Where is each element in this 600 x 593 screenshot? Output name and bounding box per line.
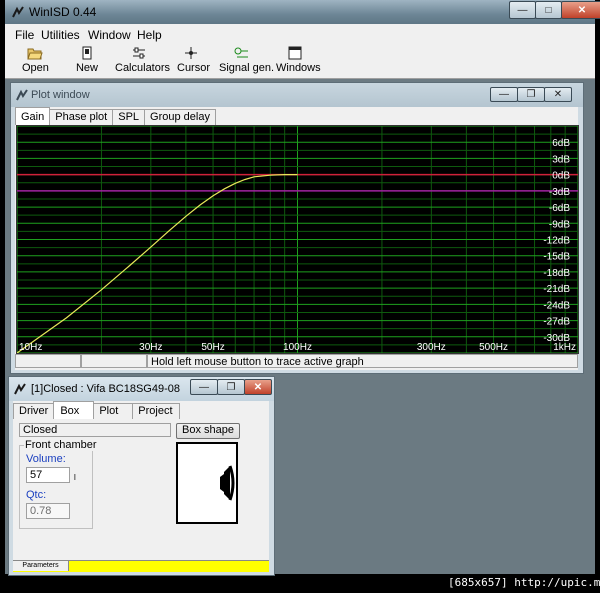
box-restore-button[interactable]: ❐ bbox=[217, 379, 245, 395]
front-chamber-label: Front chamber bbox=[24, 439, 98, 451]
status-panel-1 bbox=[15, 354, 81, 368]
box-type-field: Closed bbox=[19, 423, 171, 437]
box-minimize-button[interactable]: — bbox=[190, 379, 218, 395]
x-tick-label: 1kHz bbox=[553, 342, 576, 353]
signal-generator-icon bbox=[234, 47, 248, 58]
cursor-icon bbox=[185, 47, 197, 59]
y-tick-label: -24dB bbox=[543, 300, 570, 311]
plot-restore-button[interactable]: ❐ bbox=[517, 87, 545, 102]
calculator-icon bbox=[133, 47, 145, 59]
y-tick-label: -12dB bbox=[543, 236, 570, 247]
title-bar: WinISD 0.44 — □ ✕ bbox=[5, 0, 600, 24]
volume-unit: l bbox=[74, 473, 76, 482]
tab-group-delay[interactable]: Group delay bbox=[144, 109, 216, 125]
x-tick-label: 50Hz bbox=[201, 342, 224, 353]
plot-tabs: Gain Phase plot SPL Group delay bbox=[15, 107, 216, 125]
watermark: [685x657] http://upic.me/ bbox=[448, 576, 600, 589]
new-document-icon bbox=[82, 46, 92, 60]
winisd-logo-icon bbox=[14, 383, 26, 395]
tab-box[interactable]: Box bbox=[53, 401, 95, 419]
box-window: [1]Closed : Vifa BC18SG49-08 — ❐ ✕ Drive… bbox=[8, 376, 275, 576]
menu-file[interactable]: File bbox=[15, 28, 34, 42]
driver-icon bbox=[220, 465, 235, 501]
gain-graph[interactable]: 6dB 3dB 0dB -3dB -6dB -9dB -12dB -15dB -18dB -21d… bbox=[16, 125, 579, 354]
y-tick-label: -6dB bbox=[549, 203, 570, 214]
winisd-logo-icon bbox=[12, 6, 24, 18]
plot-status-bar: Hold left mouse button to trace active g… bbox=[15, 354, 578, 370]
qtc-field: 0.78 bbox=[26, 503, 70, 519]
menu-window[interactable]: Window bbox=[88, 28, 131, 42]
tab-gain[interactable]: Gain bbox=[15, 107, 51, 125]
box-window-controls: — ❐ ✕ bbox=[190, 379, 272, 396]
signal-gen-button[interactable]: Signal gen. bbox=[219, 46, 274, 74]
plot-close-button[interactable]: ✕ bbox=[544, 87, 572, 102]
parameters-bar: Parameters bbox=[13, 560, 269, 572]
x-tick-label: 10Hz bbox=[19, 342, 42, 353]
y-tick-label: 3dB bbox=[552, 154, 570, 165]
box-window-title-bar: [1]Closed : Vifa BC18SG49-08 — ❐ ✕ bbox=[9, 377, 274, 401]
windows-button[interactable]: Windows bbox=[276, 46, 321, 74]
y-tick-label: -9dB bbox=[549, 219, 570, 230]
windows-icon bbox=[288, 46, 302, 60]
y-tick-label: -27dB bbox=[543, 317, 570, 328]
menu-help[interactable]: Help bbox=[137, 28, 162, 42]
box-close-button[interactable]: ✕ bbox=[244, 379, 272, 395]
volume-input[interactable]: 57 bbox=[26, 467, 70, 483]
y-tick-label: 0dB bbox=[552, 171, 570, 182]
tab-spl[interactable]: SPL bbox=[112, 109, 146, 125]
y-tick-label: -21dB bbox=[543, 284, 570, 295]
y-tick-label: -18dB bbox=[543, 268, 570, 279]
status-hint: Hold left mouse button to trace active g… bbox=[147, 354, 578, 368]
folder-open-icon bbox=[27, 48, 43, 60]
volume-label: Volume: bbox=[26, 453, 66, 465]
status-panel-2 bbox=[81, 354, 147, 368]
box-shape-preview bbox=[176, 442, 238, 524]
new-button[interactable]: New bbox=[75, 46, 99, 74]
box-shape-button[interactable]: Box shape bbox=[176, 423, 240, 439]
y-tick-label: -15dB bbox=[543, 252, 570, 263]
mdi-workspace: Plot window — ❐ ✕ Gain Phase plot SPL Gr… bbox=[5, 79, 595, 576]
plot-window-controls: — ❐ ✕ bbox=[490, 87, 572, 104]
plot-minimize-button[interactable]: — bbox=[490, 87, 518, 102]
gain-chart[interactable]: 6dB 3dB 0dB -3dB -6dB -9dB -12dB -15dB -18dB -21d… bbox=[16, 125, 579, 354]
x-tick-label: 100Hz bbox=[283, 342, 312, 353]
cursor-button[interactable]: Cursor bbox=[177, 46, 210, 74]
plot-window-title-bar: Plot window — ❐ ✕ bbox=[11, 83, 583, 107]
tab-phase-plot[interactable]: Phase plot bbox=[49, 109, 114, 125]
main-window: WinISD 0.44 — □ ✕ File Utilities Window … bbox=[5, 0, 600, 576]
calculators-button[interactable]: Calculators bbox=[115, 46, 170, 74]
maximize-button[interactable]: □ bbox=[535, 1, 562, 19]
menu-bar: File Utilities Window Help bbox=[5, 24, 595, 45]
y-tick-label: -3dB bbox=[549, 187, 570, 198]
minimize-button[interactable]: — bbox=[509, 1, 536, 19]
box-tabs: Driver Box Plot Project bbox=[13, 401, 180, 419]
x-tick-label: 300Hz bbox=[417, 342, 446, 353]
plot-window: Plot window — ❐ ✕ Gain Phase plot SPL Gr… bbox=[10, 82, 584, 374]
plot-window-body: Gain Phase plot SPL Group delay 6dB 3dB 0d… bbox=[15, 107, 579, 370]
x-tick-label: 500Hz bbox=[479, 342, 508, 353]
plot-window-title: Plot window bbox=[31, 89, 90, 101]
window-title: WinISD 0.44 bbox=[29, 5, 97, 19]
winisd-logo-icon bbox=[16, 89, 28, 101]
window-controls: — □ ✕ bbox=[509, 1, 600, 19]
box-window-body: Driver Box Plot Project Closed Box shape… bbox=[13, 401, 269, 572]
tab-project[interactable]: Project bbox=[132, 403, 180, 419]
tab-driver[interactable]: Driver bbox=[13, 403, 55, 419]
parameters-tab[interactable]: Parameters bbox=[13, 561, 69, 571]
menu-utilities[interactable]: Utilities bbox=[41, 28, 80, 42]
tab-plot[interactable]: Plot bbox=[93, 403, 134, 419]
x-tick-label: 30Hz bbox=[139, 342, 162, 353]
box-window-title: [1]Closed : Vifa BC18SG49-08 bbox=[31, 383, 180, 395]
y-tick-label: 6dB bbox=[552, 138, 570, 149]
close-button[interactable]: ✕ bbox=[561, 1, 600, 19]
toolbar: Open New Calculators Cursor Signal gen. … bbox=[5, 44, 595, 79]
qtc-label: Qtc: bbox=[26, 489, 47, 501]
open-button[interactable]: Open bbox=[22, 46, 49, 74]
